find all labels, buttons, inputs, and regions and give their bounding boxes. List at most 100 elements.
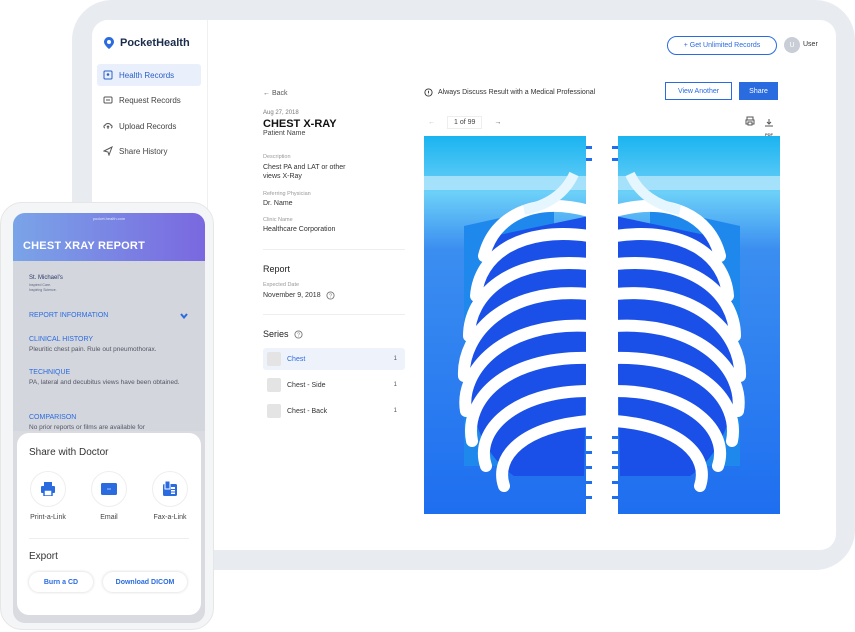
clinical-history-heading: CLINICAL HISTORY	[29, 336, 94, 343]
user-label[interactable]: User	[803, 41, 818, 48]
help-icon[interactable]: ?	[293, 329, 303, 339]
technique-heading: TECHNIQUE	[29, 369, 71, 376]
series-label: Chest - Back	[287, 407, 328, 415]
chest-xray-image[interactable]	[424, 136, 780, 514]
expected-date-label: Expected Date	[263, 282, 300, 288]
get-unlimited-records-button[interactable]: + Get Unlimited Records	[667, 36, 777, 55]
series-item-chest-back[interactable]: Chest - Back 1	[263, 400, 405, 422]
svg-text:?: ?	[329, 294, 332, 300]
divider	[263, 314, 405, 315]
fax-icon	[163, 481, 177, 496]
description-label: Description	[263, 154, 291, 160]
record-date: Aug 27, 2018	[263, 110, 299, 116]
brand-name: PocketHealth	[120, 37, 190, 49]
series-count: 1	[393, 382, 397, 388]
technique-text: PA, lateral and decubitus views have bee…	[29, 379, 180, 386]
sidebar-item-share-history[interactable]: Share History	[97, 140, 201, 162]
phone-url: pocket.health.com	[92, 216, 126, 221]
sidebar-item-upload-records[interactable]: Upload Records	[97, 115, 201, 137]
comparison-heading: COMPARISON	[29, 414, 77, 421]
request-icon	[103, 96, 113, 104]
fax-a-link-button[interactable]: Fax-a-Link	[145, 471, 195, 521]
prev-arrow-icon[interactable]: ←	[428, 119, 435, 126]
email-circle	[91, 471, 127, 507]
download-dicom-button[interactable]: Download DICOM	[103, 572, 187, 592]
next-arrow-icon[interactable]: →	[494, 119, 501, 126]
back-link[interactable]: ← Back	[263, 90, 288, 97]
print-a-link-button[interactable]: Print-a-Link	[23, 471, 73, 521]
pager-label: 1 of 99	[447, 116, 483, 129]
svg-text:?: ?	[297, 332, 300, 338]
clinic-value: Healthcare Corporation	[263, 226, 336, 233]
email-icon	[101, 483, 117, 495]
sidebar-item-label: Upload Records	[119, 121, 177, 131]
sidebar-item-label: Share History	[119, 146, 168, 156]
pockethealth-logo-icon	[104, 37, 114, 49]
series-count: 1	[393, 408, 397, 414]
divider	[263, 249, 405, 250]
share-sheet: Share with Doctor Print-a-Link Email Fax…	[17, 433, 201, 615]
upload-icon	[103, 123, 113, 129]
series-thumbnail	[267, 378, 281, 392]
chevron-down-icon[interactable]	[180, 313, 188, 319]
divider	[29, 538, 189, 539]
main-content: + Get Unlimited Records U User ← Back Au…	[208, 20, 836, 550]
series-count: 1	[393, 356, 397, 362]
help-icon[interactable]: ?	[326, 291, 335, 300]
share-with-doctor-title: Share with Doctor	[29, 447, 109, 458]
series-title: Series	[263, 329, 289, 339]
series-thumbnail	[267, 352, 281, 366]
series-item-chest-side[interactable]: Chest - Side 1	[263, 374, 405, 396]
export-title: Export	[29, 551, 58, 562]
clinical-history-text: Pleuritic chest pain. Rule out pneumotho…	[29, 346, 157, 353]
brand-logo[interactable]: PocketHealth	[102, 36, 190, 50]
report-title: Report	[263, 264, 291, 274]
record-title: CHEST X-RAY	[263, 118, 337, 130]
download-pdf-button[interactable]: PDF	[764, 114, 774, 137]
notice-text: Always Discuss Result with a Medical Pro…	[438, 89, 596, 96]
print-circle	[30, 471, 66, 507]
physician-label: Referring Physician	[263, 191, 311, 197]
share-label: Print-a-Link	[30, 514, 66, 521]
folder-icon	[103, 70, 113, 80]
org-tagline: Inspired Care. Inspiring Science.	[29, 283, 57, 292]
share-label: Email	[100, 514, 118, 521]
series-thumbnail	[267, 404, 281, 418]
comparison-text: No prior reports or films are available …	[29, 424, 145, 431]
view-another-button[interactable]: View Another	[665, 82, 732, 100]
physician-value: Dr. Name	[263, 200, 293, 207]
download-icon	[765, 119, 773, 127]
share-label: Fax-a-Link	[153, 514, 187, 521]
printer-icon	[41, 482, 55, 496]
description-value: Chest PA and LAT or other views X-Ray	[263, 164, 346, 180]
series-label: Chest - Side	[287, 381, 326, 389]
sidebar-item-health-records[interactable]: Health Records	[97, 64, 201, 86]
patient-name: Patient Name	[263, 130, 306, 137]
info-icon	[424, 88, 433, 97]
print-icon[interactable]	[745, 116, 755, 126]
expected-date-value: November 9, 2018	[263, 292, 321, 299]
series-label: Chest	[287, 355, 306, 363]
share-icon	[103, 146, 113, 156]
report-info-heading[interactable]: REPORT INFORMATION	[29, 312, 108, 319]
expected-date: November 9, 2018 ?	[263, 291, 373, 300]
phone-screen: pocket.health.com CHEST XRAY REPORT St. …	[13, 213, 205, 623]
sidebar-item-request-records[interactable]: Request Records	[97, 89, 201, 111]
sidebar-item-label: Health Records	[119, 70, 175, 80]
series-item-chest[interactable]: Chest 1	[263, 348, 405, 370]
share-button[interactable]: Share	[739, 82, 778, 100]
series-heading: Series ?	[263, 329, 303, 339]
phone-report-body: St. Michael's Inspired Care. Inspiring S…	[13, 261, 205, 431]
image-pager: ← 1 of 99 →	[428, 116, 501, 129]
phone-frame: pocket.health.com CHEST XRAY REPORT St. …	[0, 202, 214, 630]
burn-cd-button[interactable]: Burn a CD	[29, 572, 93, 592]
email-button[interactable]: Email	[84, 471, 134, 521]
medical-notice: Always Discuss Result with a Medical Pro…	[424, 88, 595, 97]
phone-report-title: CHEST XRAY REPORT	[23, 240, 145, 252]
avatar[interactable]: U	[784, 37, 800, 53]
clinic-label: Clinic Name	[263, 217, 293, 223]
phone-header: pocket.health.com CHEST XRAY REPORT	[13, 213, 205, 261]
sidebar-item-label: Request Records	[119, 95, 181, 105]
fax-circle	[152, 471, 188, 507]
org-name: St. Michael's	[29, 275, 63, 281]
